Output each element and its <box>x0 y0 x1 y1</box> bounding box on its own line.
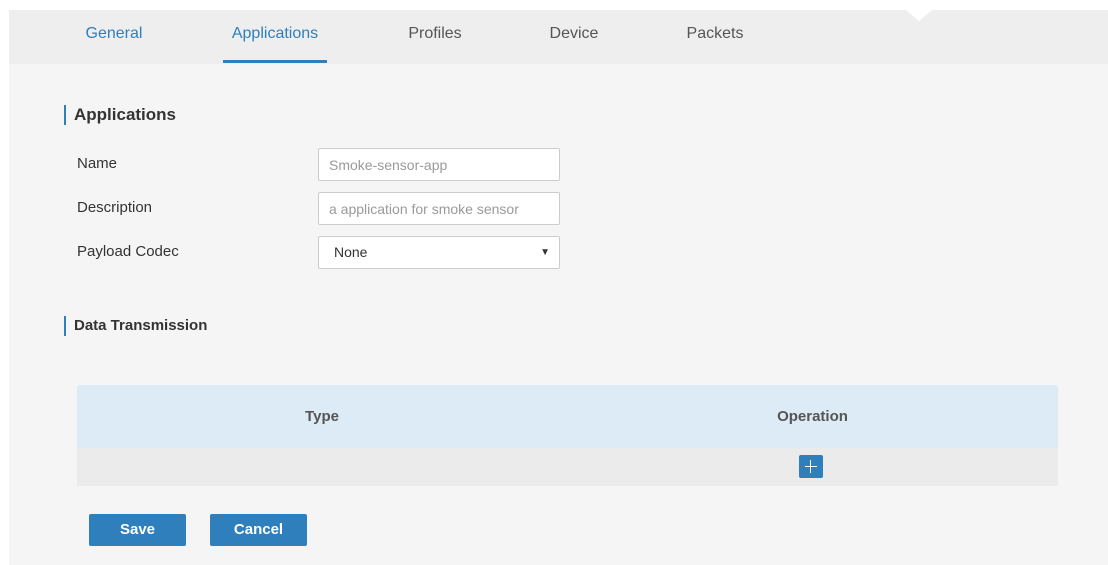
data-transmission-section-title: Data Transmission <box>64 316 207 336</box>
description-label: Description <box>77 199 153 216</box>
tab-device[interactable]: Device <box>539 10 609 60</box>
data-transmission-table: Type Operation <box>77 385 1058 486</box>
main-frame: General Applications Profiles Device Pac… <box>9 10 1108 565</box>
table-row <box>77 448 1058 486</box>
description-input[interactable] <box>318 192 560 225</box>
name-label: Name <box>77 155 118 172</box>
payload-codec-select[interactable]: None ▼ <box>318 236 560 269</box>
name-input[interactable] <box>318 148 560 181</box>
payload-codec-label: Payload Codec <box>77 243 179 260</box>
tab-general[interactable]: General <box>81 10 147 60</box>
tab-applications[interactable]: Applications <box>223 10 327 63</box>
save-button[interactable]: Save <box>89 514 186 546</box>
plus-icon[interactable] <box>799 455 823 478</box>
tab-packets[interactable]: Packets <box>676 10 754 60</box>
tab-notch <box>906 10 932 21</box>
cancel-button[interactable]: Cancel <box>210 514 307 546</box>
payload-codec-value: None <box>334 244 368 260</box>
caret-down-icon: ▼ <box>540 247 550 258</box>
column-header-type: Type <box>305 408 339 425</box>
table-header: Type Operation <box>77 385 1058 448</box>
tab-profiles[interactable]: Profiles <box>398 10 472 60</box>
column-header-operation: Operation <box>777 408 848 425</box>
tab-bar: General Applications Profiles Device Pac… <box>9 10 1108 64</box>
applications-section-title: Applications <box>64 105 176 125</box>
